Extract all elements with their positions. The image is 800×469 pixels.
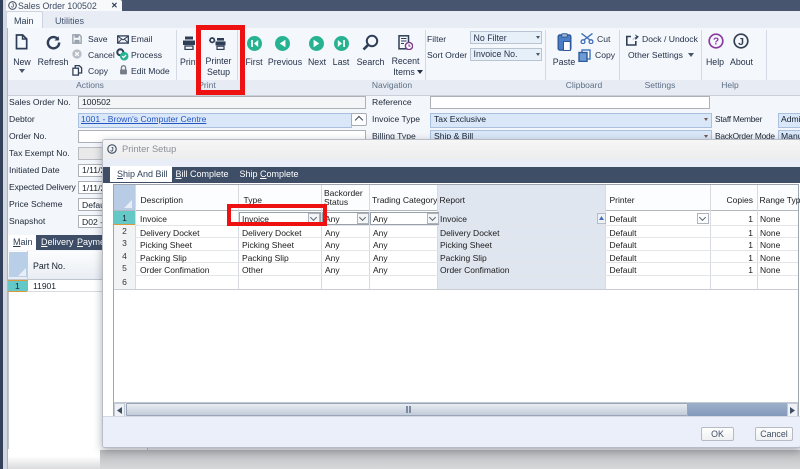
svg-text:J: J xyxy=(110,146,113,153)
svg-text:J: J xyxy=(10,4,13,10)
svg-text:?: ? xyxy=(713,37,719,48)
svg-text:J: J xyxy=(738,36,744,48)
